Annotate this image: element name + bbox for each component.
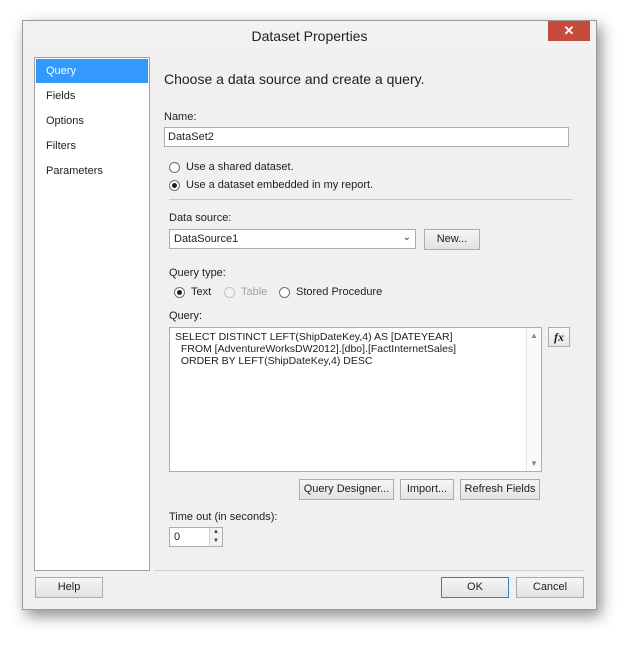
query-scrollbar[interactable]: ▲ ▼ — [526, 328, 541, 471]
nav-item-filters[interactable]: Filters — [36, 134, 148, 158]
footer-divider — [154, 570, 584, 571]
query-designer-button[interactable]: Query Designer... — [299, 479, 394, 500]
datasource-label: Data source: — [169, 212, 232, 224]
ok-button[interactable]: OK — [441, 577, 509, 598]
scroll-up-icon[interactable]: ▲ — [527, 331, 541, 340]
query-label: Query: — [169, 310, 203, 322]
name-label: Name: — [164, 111, 197, 123]
expression-button[interactable]: fx — [548, 327, 570, 347]
radio-querytype-text[interactable]: Text — [174, 286, 211, 298]
query-editor[interactable]: SELECT DISTINCT LEFT(ShipDateKey,4) AS [… — [169, 327, 542, 472]
title-bar: Dataset Properties ✕ — [23, 21, 596, 49]
close-icon: ✕ — [563, 23, 575, 38]
datasource-value: DataSource1 — [174, 233, 239, 245]
timeout-label: Time out (in seconds): — [169, 511, 278, 523]
radio-shared-dataset[interactable]: Use a shared dataset. — [169, 161, 294, 173]
divider — [169, 199, 572, 200]
scroll-down-icon[interactable]: ▼ — [527, 459, 541, 468]
timeout-spinner[interactable]: 0 ▲ ▼ — [169, 527, 223, 547]
nav-item-parameters[interactable]: Parameters — [36, 159, 148, 183]
spin-up-icon[interactable]: ▲ — [210, 528, 222, 537]
radio-sp-label: Stored Procedure — [296, 286, 383, 298]
radio-querytype-table: Table — [224, 286, 267, 298]
cancel-button[interactable]: Cancel — [516, 577, 584, 598]
help-button[interactable]: Help — [35, 577, 103, 598]
nav-item-query[interactable]: Query — [36, 59, 148, 83]
radio-table-icon — [224, 286, 235, 298]
dataset-properties-dialog: Dataset Properties ✕ Query Fields Option… — [22, 20, 597, 610]
query-text: SELECT DISTINCT LEFT(ShipDateKey,4) AS [… — [175, 331, 457, 367]
spin-down-icon[interactable]: ▼ — [210, 537, 222, 546]
dialog-title: Dataset Properties — [251, 28, 368, 44]
datasource-select[interactable]: DataSource1 ⌄ — [169, 229, 416, 249]
radio-embedded-dataset[interactable]: Use a dataset embedded in my report. — [169, 179, 373, 191]
import-button[interactable]: Import... — [400, 479, 454, 500]
name-field[interactable]: DataSet2 — [164, 127, 569, 147]
radio-querytype-stored-procedure[interactable]: Stored Procedure — [279, 286, 382, 298]
close-button[interactable]: ✕ — [548, 21, 590, 41]
page-heading: Choose a data source and create a query. — [164, 71, 425, 87]
radio-table-label: Table — [241, 286, 268, 298]
radio-text-label: Text — [191, 286, 212, 298]
refresh-fields-button[interactable]: Refresh Fields — [460, 479, 540, 500]
chevron-down-icon: ⌄ — [402, 232, 411, 243]
nav-list: Query Fields Options Filters Parameters — [34, 57, 150, 571]
fx-icon: fx — [554, 330, 564, 344]
spinner-buttons[interactable]: ▲ ▼ — [209, 528, 222, 546]
nav-item-options[interactable]: Options — [36, 109, 148, 133]
radio-text-icon[interactable] — [174, 286, 185, 298]
querytype-label: Query type: — [169, 267, 226, 279]
timeout-value: 0 — [174, 531, 181, 543]
new-datasource-button[interactable]: New... — [424, 229, 480, 250]
radio-embedded-icon[interactable] — [169, 179, 180, 191]
nav-item-fields[interactable]: Fields — [36, 84, 148, 108]
radio-embedded-label: Use a dataset embedded in my report. — [186, 179, 374, 191]
radio-shared-icon[interactable] — [169, 161, 180, 173]
radio-sp-icon[interactable] — [279, 286, 290, 298]
radio-shared-label: Use a shared dataset. — [186, 161, 294, 173]
